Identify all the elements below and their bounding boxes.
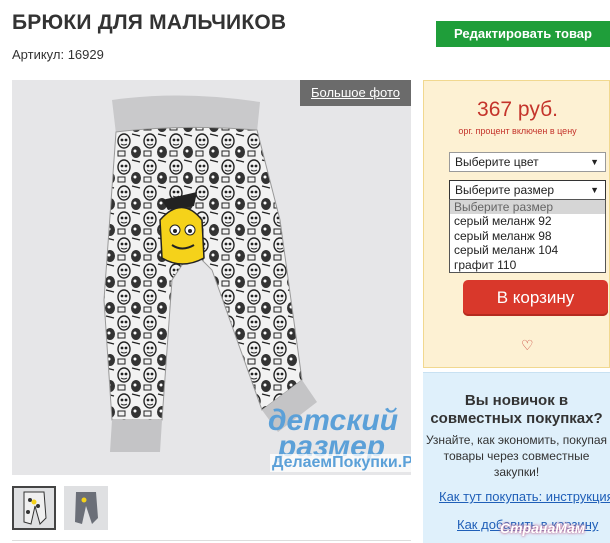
size-option[interactable]: серый меланж 104	[450, 243, 605, 257]
size-option[interactable]: серый меланж 98	[450, 229, 605, 243]
color-select[interactable]: Выберите цвет ▼	[449, 152, 606, 172]
info-text: Узнайте, как экономить, покупая товары ч…	[425, 433, 607, 479]
watermark-line3: ДелаемПокупки.Ру	[270, 454, 411, 472]
chevron-down-icon: ▼	[590, 157, 599, 167]
size-select-value: Выберите размер	[455, 183, 555, 197]
size-option[interactable]: Выберите размер	[450, 200, 605, 215]
article-number: Артикул: 16929	[12, 47, 104, 62]
size-select[interactable]: Выберите размер ▼	[449, 180, 606, 200]
thumbnail-1-image	[23, 491, 47, 525]
price: 367 руб.	[477, 98, 558, 121]
big-photo-link[interactable]: Большое фото	[300, 80, 411, 106]
price-note: орг. процент включен в цену	[458, 126, 577, 136]
add-to-cart-button[interactable]: В корзину	[463, 280, 608, 316]
edit-product-button[interactable]: Редактировать товар	[436, 21, 610, 47]
chevron-down-icon: ▼	[590, 185, 599, 195]
thumbnail-1[interactable]	[12, 486, 56, 530]
page-title: БРЮКИ ДЛЯ МАЛЬЧИКОВ	[12, 11, 287, 34]
size-dropdown-list[interactable]: Выберите размер серый меланж 92 серый ме…	[449, 199, 606, 273]
heart-outline-icon[interactable]: ♡	[521, 337, 534, 354]
color-select-value: Выберите цвет	[455, 155, 539, 169]
thumbnail-2-image	[75, 492, 98, 524]
divider	[12, 540, 411, 541]
thumbnail-2[interactable]	[64, 486, 108, 530]
size-option[interactable]: графит 110	[450, 258, 605, 272]
product-photo[interactable]: Большое фото детский размер ДелаемПокупк…	[12, 80, 411, 475]
product-page: БРЮКИ ДЛЯ МАЛЬЧИКОВ Артикул: 16929 Редак…	[0, 0, 610, 543]
how-to-buy-link[interactable]: Как тут покупать: инструкция	[439, 489, 610, 504]
newbie-info-panel: Вы новичок в совместных покупках? Узнайт…	[423, 372, 610, 543]
size-option[interactable]: серый меланж 92	[450, 214, 605, 228]
site-logo: СтранаМам	[500, 520, 586, 536]
info-title: Вы новичок в совместных покупках?	[430, 392, 603, 427]
